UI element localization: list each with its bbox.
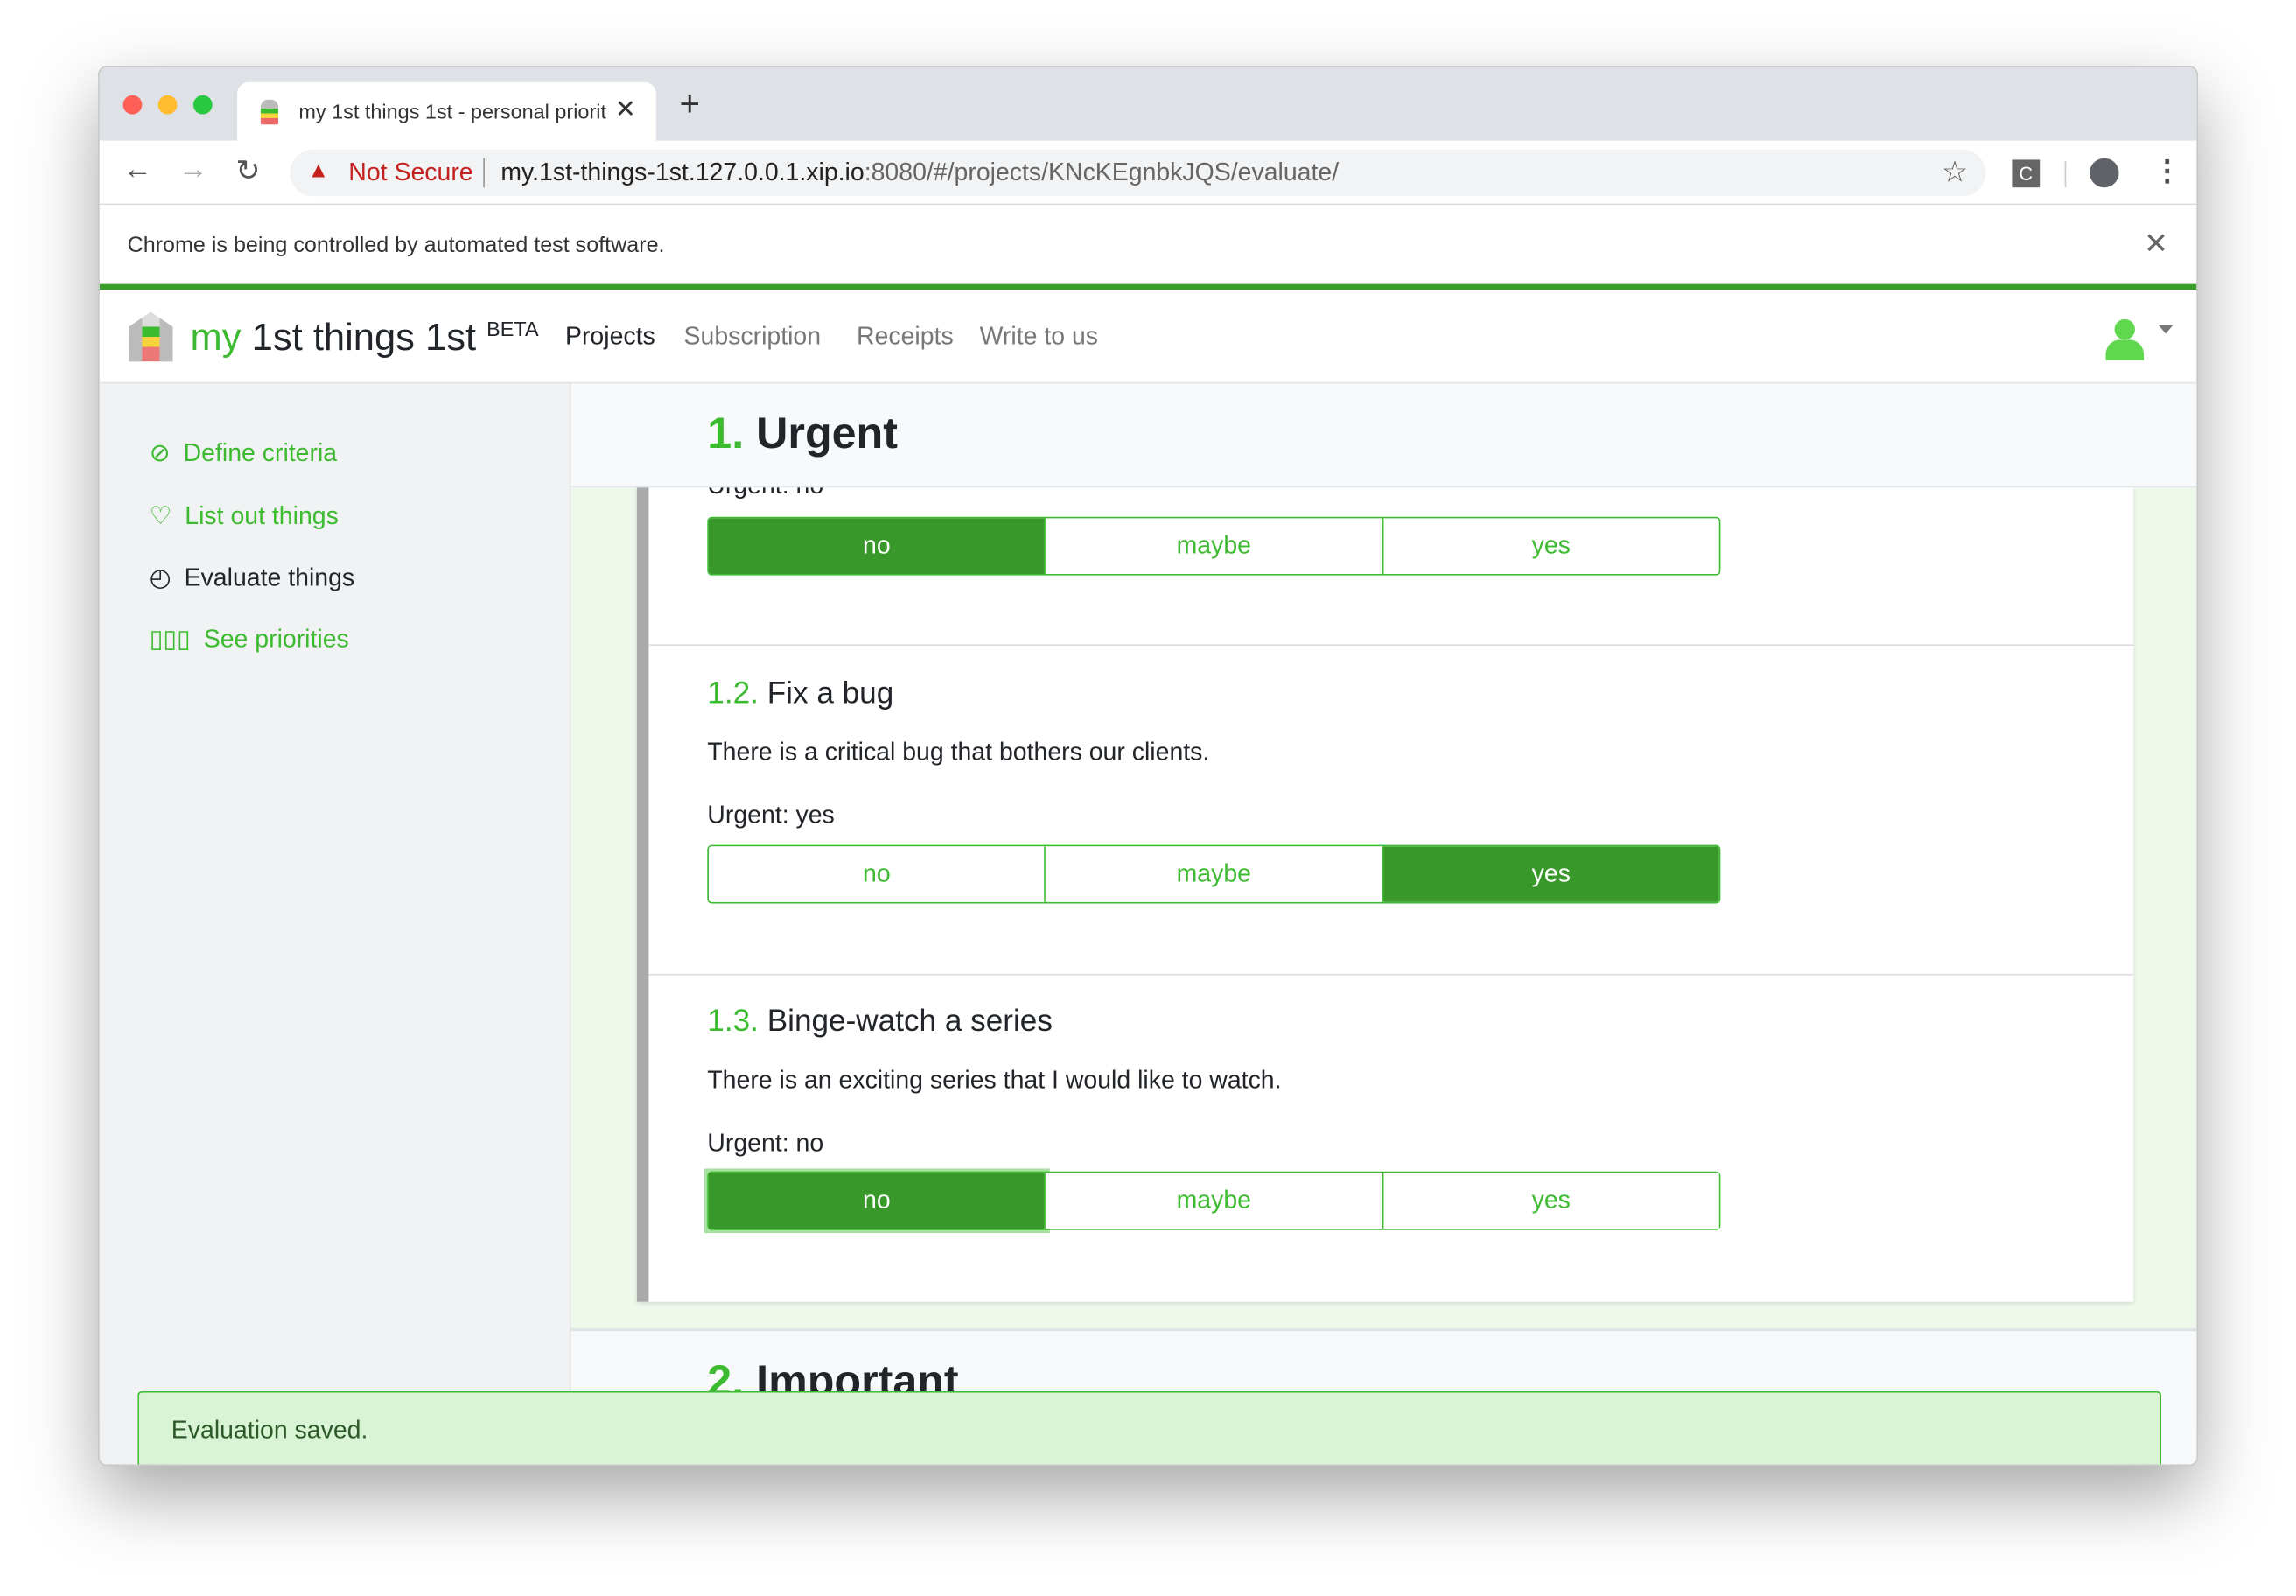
url-host: my.1st-things-1st.127.0.0.1.xip.io	[500, 158, 864, 186]
divider	[2064, 161, 2067, 188]
user-icon-body	[2105, 340, 2145, 360]
app-logo[interactable]: my 1st things 1st BETA	[191, 315, 539, 360]
browser-tab[interactable]: my 1st things 1st - personal priorities …	[237, 81, 656, 141]
rating-button-group: no maybe yes	[707, 844, 1721, 904]
warning-icon: ▲	[307, 158, 330, 184]
nav-write-to-us[interactable]: Write to us	[980, 322, 1098, 351]
divider	[483, 158, 485, 188]
automation-infobar: Chrome is being controlled by automated …	[99, 205, 2197, 284]
accent-line	[99, 284, 2197, 290]
toast-notification: Evaluation saved.	[137, 1390, 2162, 1465]
rating-button-group: no maybe yes	[707, 516, 1721, 576]
item-title: 1.3. Binge-watch a series	[707, 1004, 1053, 1040]
sidebar-item-label: Evaluate things	[184, 564, 355, 592]
toast-message: Evaluation saved.	[171, 1416, 368, 1445]
logo-text: 1st things 1st	[251, 314, 477, 360]
lightbulb-icon: ♡	[149, 502, 172, 530]
item-rating-label: Urgent: yes	[707, 801, 835, 830]
option-yes-button[interactable]: yes	[1382, 518, 1719, 575]
item-title-text: Binge-watch a series	[766, 1004, 1053, 1039]
user-menu[interactable]	[2105, 318, 2145, 360]
bar-chart-icon: ▯▯▯	[149, 625, 191, 654]
favicon-icon	[260, 99, 278, 125]
close-tab-icon[interactable]: ✕	[615, 95, 636, 124]
address-bar[interactable]: ▲ Not Secure my.1st-things-1st.127.0.0.1…	[290, 149, 1986, 197]
url-path: :8080/#/projects/KNcKEgnbkJQS/evaluate/	[864, 158, 1340, 186]
compass-icon: ⊘	[149, 439, 171, 467]
sidebar-item-define-criteria[interactable]: ⊘ Define criteria	[150, 439, 337, 468]
user-icon	[2114, 318, 2135, 340]
infobar-text: Chrome is being controlled by automated …	[127, 233, 665, 258]
divider	[648, 973, 2134, 976]
section-title-text: Urgent	[756, 410, 898, 458]
forward-icon[interactable]: →	[178, 154, 207, 187]
item-title: 1.2. Fix a bug	[707, 676, 893, 711]
beta-badge: BETA	[486, 317, 539, 340]
toolbar: ← → ↻ ▲ Not Secure my.1st-things-1st.127…	[99, 140, 2197, 206]
profile-icon[interactable]	[2090, 158, 2119, 188]
browser-window: my 1st things 1st - personal priorities …	[98, 66, 2198, 1466]
close-window-button[interactable]	[122, 94, 143, 115]
criteria-card: Urgent: no no maybe yes 1.2. Fix a bug T…	[636, 472, 2134, 1302]
nav-receipts[interactable]: Receipts	[857, 322, 954, 351]
minimize-window-button[interactable]	[158, 94, 178, 115]
item-description: There is an exciting series that I would…	[707, 1066, 1282, 1095]
caret-down-icon[interactable]	[2158, 325, 2174, 341]
sidebar-item-label: Define criteria	[183, 439, 338, 467]
sidebar-item-list-out-things[interactable]: ♡ List out things	[150, 502, 339, 531]
item-rating-label: Urgent: no	[707, 1129, 824, 1158]
option-maybe-button[interactable]: maybe	[1046, 1172, 1383, 1229]
logo-my: my	[190, 314, 242, 360]
sidebar-item-evaluate-things[interactable]: ◴ Evaluate things	[150, 564, 354, 592]
main-content: Urgent: no no maybe yes 1.2. Fix a bug T…	[570, 383, 2197, 1465]
extension-icon[interactable]: C	[2012, 159, 2040, 188]
sidebar-item-label: List out things	[185, 502, 339, 530]
nav-projects[interactable]: Projects	[565, 322, 655, 351]
menu-kebab-icon[interactable]: ⋮	[2152, 152, 2181, 189]
item-description: There is a critical bug that bothers our…	[707, 738, 1210, 766]
option-maybe-button[interactable]: maybe	[1046, 518, 1383, 575]
nav-subscription[interactable]: Subscription	[684, 322, 822, 351]
sidebar-item-label: See priorities	[203, 625, 349, 654]
tab-title: my 1st things 1st - personal priorities	[298, 99, 606, 123]
logo-icon[interactable]	[129, 312, 173, 362]
section-header-urgent: 1. Urgent	[570, 383, 2197, 488]
tab-bar: my 1st things 1st - personal priorities …	[99, 66, 2197, 141]
divider	[648, 644, 2134, 647]
security-label: Not Secure	[348, 158, 473, 186]
item-title-text: Fix a bug	[766, 676, 894, 710]
option-no-button[interactable]: no	[708, 518, 1046, 575]
option-maybe-button[interactable]: maybe	[1046, 846, 1383, 902]
sidebar: ⊘ Define criteria ♡ List out things ◴ Evalu…	[99, 383, 571, 1465]
app-navbar: my 1st things 1st BETA Projects Subscrip…	[99, 290, 2197, 384]
sidebar-item-see-priorities[interactable]: ▯▯▯ See priorities	[150, 626, 349, 654]
rating-button-group: no maybe yes	[707, 1171, 1721, 1230]
close-icon[interactable]: ✕	[2144, 226, 2168, 262]
star-icon[interactable]: ☆	[1942, 154, 1968, 191]
option-yes-button[interactable]: yes	[1382, 1172, 1719, 1229]
maximize-window-button[interactable]	[192, 94, 213, 115]
new-tab-button[interactable]: +	[680, 85, 700, 126]
option-no-button[interactable]: no	[708, 846, 1046, 902]
gauge-icon: ◴	[149, 564, 172, 592]
item-number: 1.3.	[707, 1004, 759, 1039]
back-icon[interactable]: ←	[123, 154, 152, 187]
section-number: 1.	[707, 410, 745, 458]
option-no-button[interactable]: no	[708, 1172, 1046, 1229]
reload-icon[interactable]: ↻	[235, 152, 260, 189]
option-yes-button[interactable]: yes	[1382, 846, 1719, 902]
section-title: 1. Urgent	[707, 410, 898, 460]
item-number: 1.2.	[707, 676, 759, 710]
